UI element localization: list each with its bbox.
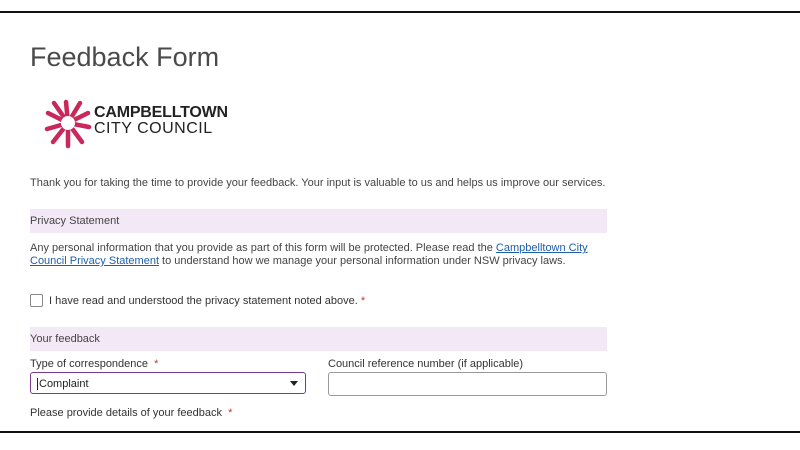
type-of-correspondence-select[interactable]: Complaint	[30, 372, 306, 394]
details-label-text: Please provide details of your feedback	[30, 407, 223, 419]
logo-line-1: CAMPBELLTOWN	[94, 104, 228, 121]
required-marker: *	[228, 407, 233, 419]
privacy-acknowledge-row: I have read and understood the privacy s…	[30, 294, 365, 307]
chevron-down-icon	[290, 381, 298, 386]
privacy-acknowledge-checkbox[interactable]	[30, 294, 43, 307]
type-label-text: Type of correspondence	[30, 358, 149, 370]
required-marker: *	[360, 294, 366, 307]
page-title: Feedback Form	[30, 42, 220, 72]
privacy-statement-text: Any personal information that you provid…	[30, 242, 607, 268]
privacy-section-title: Privacy Statement	[30, 215, 120, 227]
privacy-text-after: to understand how we manage your persona…	[159, 255, 566, 267]
feedback-section-title: Your feedback	[30, 333, 100, 345]
intro-text: Thank you for taking the time to provide…	[30, 177, 606, 189]
privacy-section-header: Privacy Statement	[30, 209, 607, 233]
text-cursor	[37, 378, 38, 390]
logo-burst-icon	[44, 99, 92, 149]
council-logo: CAMPBELLTOWN CITY COUNCIL	[44, 97, 228, 151]
type-select-value: Complaint	[39, 378, 89, 390]
council-reference-label: Council reference number (if applicable)	[328, 358, 524, 370]
privacy-text-before: Any personal information that you provid…	[30, 242, 496, 254]
logo-line-2: CITY COUNCIL	[94, 120, 213, 137]
logo-wordmark: CAMPBELLTOWN CITY COUNCIL	[94, 105, 228, 137]
privacy-acknowledge-label[interactable]: I have read and understood the privacy s…	[49, 295, 358, 307]
feedback-details-label: Please provide details of your feedback …	[30, 407, 232, 419]
screenshot-frame-bottom	[0, 431, 800, 433]
council-reference-input[interactable]	[328, 372, 607, 396]
form-viewport: Feedback Form CAMPBELLTOWN CITY COUNCIL …	[0, 13, 800, 431]
feedback-section-header: Your feedback	[30, 327, 607, 351]
type-of-correspondence-label: Type of correspondence *	[30, 358, 158, 370]
required-marker: *	[154, 358, 159, 370]
